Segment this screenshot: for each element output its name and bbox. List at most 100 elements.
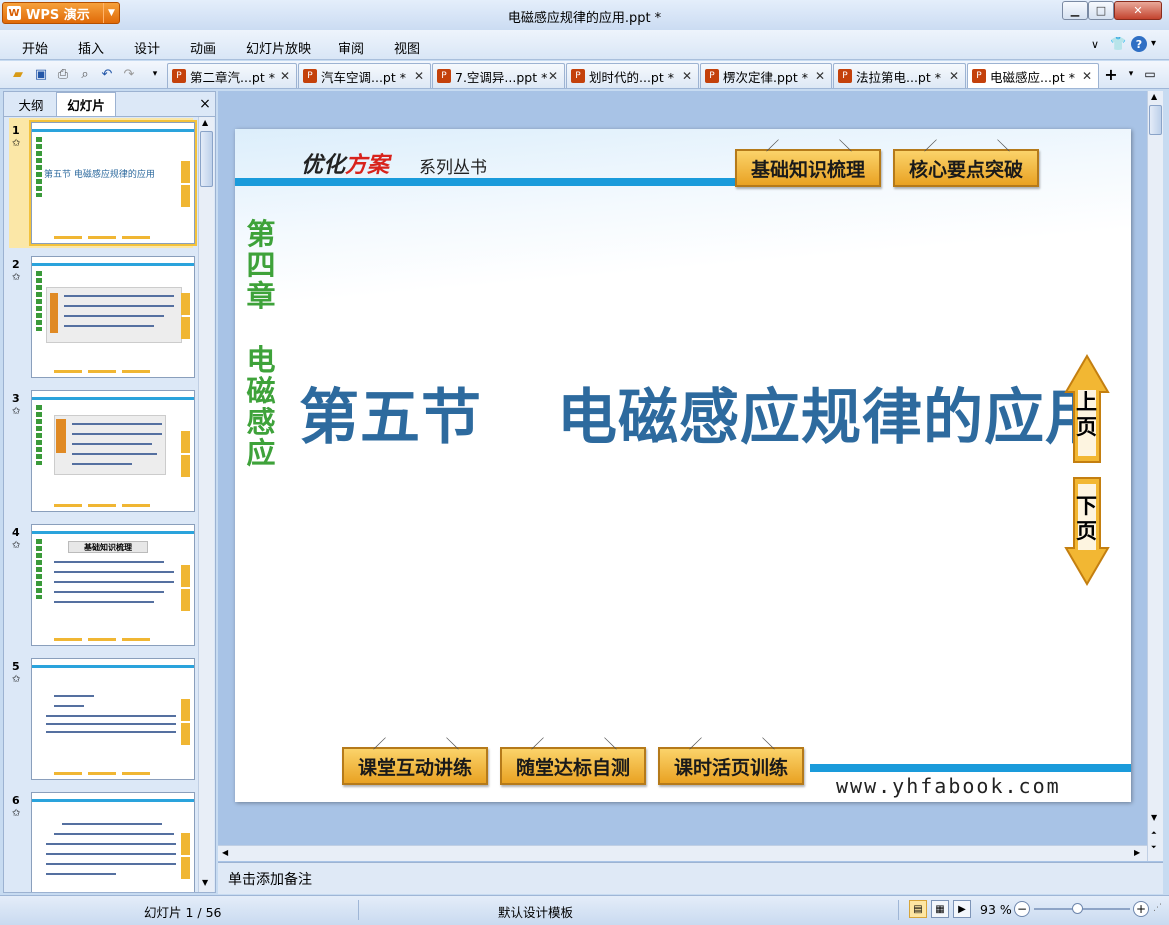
close-window-button[interactable]: ✕ xyxy=(1114,1,1162,20)
close-tab-icon[interactable]: ✕ xyxy=(949,69,959,83)
next-page-button[interactable]: 下 页 xyxy=(1064,474,1110,586)
doc-tab-7-active[interactable]: P 电磁感应...pt * ✕ xyxy=(967,63,1099,88)
menu-bar: 开始 插入 设计 动画 幻灯片放映 审阅 视图 ∨ 👕 ? ▾ xyxy=(0,30,1169,60)
zoom-level: 93 % xyxy=(980,902,1012,917)
doc-tab-label: 电磁感应...pt * xyxy=(990,69,1075,85)
zoom-out-icon[interactable]: − xyxy=(1014,901,1030,917)
slideshow-view-icon[interactable]: ▶ xyxy=(953,900,971,918)
slide-horizontal-scrollbar[interactable]: ◀ ▶ xyxy=(218,845,1147,861)
scroll-down-icon[interactable]: ▼ xyxy=(202,878,208,887)
print-preview-icon[interactable]: ⌕ xyxy=(76,65,94,83)
ppt-file-icon: P xyxy=(705,69,719,83)
close-panel-icon[interactable]: × xyxy=(196,92,214,116)
notes-pane[interactable]: 单击添加备注 xyxy=(218,862,1163,894)
scroll-right-icon[interactable]: ▶ xyxy=(1134,848,1140,857)
maximize-button[interactable]: □ xyxy=(1088,1,1114,20)
scroll-left-icon[interactable]: ◀ xyxy=(222,848,228,857)
notes-placeholder: 单击添加备注 xyxy=(228,872,312,888)
menu-slideshow[interactable]: 幻灯片放映 xyxy=(246,38,311,57)
scroll-thumb[interactable] xyxy=(200,131,213,187)
normal-view-icon[interactable]: ▤ xyxy=(909,900,927,918)
next-slide-icon[interactable]: ⏷ xyxy=(1151,843,1157,852)
doc-tab-6[interactable]: P 法拉第电...pt * ✕ xyxy=(833,63,966,88)
panel-divider xyxy=(4,116,215,117)
toolbar-more-icon[interactable]: ▾ xyxy=(146,65,164,83)
scroll-up-icon[interactable]: ▲ xyxy=(202,118,208,127)
slide-vertical-scrollbar[interactable]: ▲ ▼ ⏶ ⏷ xyxy=(1147,91,1163,861)
topic-char: 感 xyxy=(246,405,276,439)
title-bar: W WPS 演示 ▼ 电磁感应规律的应用.ppt * ▁ □ ✕ xyxy=(0,0,1169,30)
class-interaction-button[interactable]: 课堂互动讲练 xyxy=(342,747,488,785)
slide-sorter-icon[interactable]: ▦ xyxy=(931,900,949,918)
open-folder-icon[interactable]: ▰ xyxy=(9,65,27,83)
redo-icon[interactable]: ↷ xyxy=(120,65,138,83)
animation-star-icon: ✩ xyxy=(12,674,21,685)
zoom-slider-handle[interactable] xyxy=(1072,903,1083,914)
ribbon-collapse-icon[interactable]: ∨ xyxy=(1091,38,1099,51)
tab-outline[interactable]: 大纲 xyxy=(6,92,56,116)
slide-thumbnail[interactable]: 基础知识梳理 xyxy=(31,524,195,646)
undo-icon[interactable]: ↶ xyxy=(98,65,116,83)
chapter-char: 第 xyxy=(246,217,276,251)
slide[interactable]: 优化方案 系列丛书 基础知识梳理 核心要点突破 第 四 章 电 磁 感 应 第五… xyxy=(235,129,1131,802)
previous-page-button[interactable]: 上 页 xyxy=(1064,354,1110,466)
doc-tab-1[interactable]: P 第二章汽...pt * ✕ xyxy=(167,63,297,88)
help-dropdown-icon[interactable]: ▾ xyxy=(1151,38,1156,49)
doc-tab-3[interactable]: P 7.空调异...ppt * ✕ xyxy=(432,63,565,88)
slide-top-band xyxy=(235,178,735,186)
close-tab-icon[interactable]: ✕ xyxy=(414,69,424,83)
close-tab-icon[interactable]: ✕ xyxy=(548,69,558,83)
slide-thumbnail[interactable] xyxy=(31,792,195,892)
basic-knowledge-button[interactable]: 基础知识梳理 xyxy=(735,149,881,187)
previous-slide-icon[interactable]: ⏶ xyxy=(1151,829,1157,838)
help-icon[interactable]: ? xyxy=(1131,36,1147,52)
ppt-file-icon: P xyxy=(437,69,451,83)
close-tab-icon[interactable]: ✕ xyxy=(815,69,825,83)
resize-grip-icon[interactable]: ⋰ xyxy=(1153,903,1162,913)
self-test-button[interactable]: 随堂达标自测 xyxy=(500,747,646,785)
close-tab-icon[interactable]: ✕ xyxy=(1082,69,1092,83)
slides-panel: 大纲 幻灯片 × 1 ✩ 第五节 电磁感应规律的应用 2 ✩ 3 ✩ 4 ✩ 基… xyxy=(3,91,216,893)
scroll-thumb[interactable] xyxy=(1149,105,1162,135)
slide-thumbnail[interactable]: 第五节 电磁感应规律的应用 xyxy=(29,120,197,246)
print-icon[interactable]: ⎙ xyxy=(54,65,72,83)
series-logo-part-b: 方案 xyxy=(345,152,390,178)
core-points-button[interactable]: 核心要点突破 xyxy=(893,149,1039,187)
zoom-in-icon[interactable]: + xyxy=(1133,901,1149,917)
doc-tab-2[interactable]: P 汽车空调...pt * ✕ xyxy=(298,63,431,88)
close-tab-icon[interactable]: ✕ xyxy=(280,69,290,83)
skin-icon[interactable]: 👕 xyxy=(1110,37,1126,52)
quick-toolbar: ▰ ▣ ⎙ ⌕ ↶ ↷ ▾ P 第二章汽...pt * ✕ P 汽车空调...p… xyxy=(0,61,1169,89)
status-divider xyxy=(358,900,359,920)
maximize-icon: □ xyxy=(1095,4,1107,17)
menu-insert[interactable]: 插入 xyxy=(78,38,104,57)
slide-thumbnail[interactable] xyxy=(31,658,195,780)
series-subtitle: 系列丛书 xyxy=(419,158,487,178)
save-icon[interactable]: ▣ xyxy=(32,65,50,83)
series-logo: 优化方案 xyxy=(301,147,389,179)
menu-review[interactable]: 审阅 xyxy=(338,38,364,57)
scroll-down-icon[interactable]: ▼ xyxy=(1151,813,1157,822)
menu-animation[interactable]: 动画 xyxy=(190,38,216,57)
new-tab-icon[interactable]: + xyxy=(1102,65,1120,84)
menu-home[interactable]: 开始 xyxy=(22,38,48,57)
thumbnail-number: 4 xyxy=(12,526,20,539)
menu-view[interactable]: 视图 xyxy=(394,38,420,57)
minimize-button[interactable]: ▁ xyxy=(1062,1,1088,20)
slide-thumbnail[interactable] xyxy=(31,390,195,512)
down-label-2: 页 xyxy=(1076,519,1097,543)
slide-thumbnail[interactable] xyxy=(31,256,195,378)
thumbnail-number: 6 xyxy=(12,794,20,807)
doc-tab-4[interactable]: P 划时代的...pt * ✕ xyxy=(566,63,699,88)
scroll-up-icon[interactable]: ▲ xyxy=(1151,92,1157,101)
tab-list-icon[interactable]: ▾ xyxy=(1122,65,1140,83)
after-class-training-button[interactable]: 课时活页训练 xyxy=(658,747,804,785)
close-tab-icon[interactable]: ✕ xyxy=(682,69,692,83)
tab-slides[interactable]: 幻灯片 xyxy=(56,92,116,116)
thumbnail-scrollbar[interactable]: ▲ ▼ xyxy=(198,117,214,892)
up-label-2: 页 xyxy=(1076,415,1097,439)
tab-layout-icon[interactable]: ▭ xyxy=(1141,65,1159,83)
doc-tab-5[interactable]: P 楞次定律.ppt * ✕ xyxy=(700,63,832,88)
menu-design[interactable]: 设计 xyxy=(134,38,160,57)
topic-char: 应 xyxy=(246,436,276,470)
